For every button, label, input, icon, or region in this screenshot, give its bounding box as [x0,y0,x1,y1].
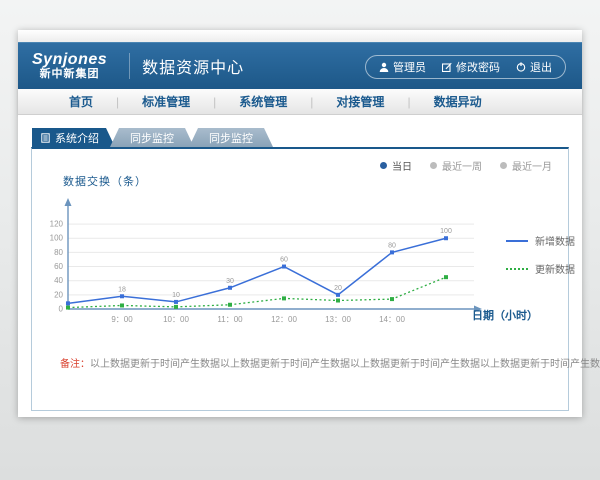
radio-dot-icon [430,162,437,169]
legend-item-new-data: 新增数据 [506,233,575,248]
document-icon [41,133,50,143]
footnote: 备注：以上数据更新于时间产生数据以上数据更新于时间产生数据以上数据更新于时间产生… [60,355,600,370]
legend-label: 新增数据 [535,233,575,248]
nav-item-system-mgmt[interactable]: 系统管理 [216,93,310,110]
dotted-line-icon [506,268,528,270]
svg-text:10：00: 10：00 [163,315,189,324]
tab-sync-monitor-2[interactable]: 同步监控 [189,128,273,147]
window-top-strip [18,30,582,42]
logout-label: 退出 [530,59,552,75]
user-label: 管理员 [393,59,426,75]
svg-text:20: 20 [54,290,63,299]
legend-label: 更新数据 [535,261,575,276]
svg-text:11：00: 11：00 [217,315,243,324]
tab-bar: 系统介绍 同步监控 同步监控 [32,128,569,147]
edit-icon [442,62,452,72]
svg-text:100: 100 [440,228,452,235]
svg-text:20: 20 [334,285,342,292]
power-icon [516,62,526,72]
chart-panel: 当日 最近一周 最近一月 数据交换（条） 0 20 40 60 80 100 120 9：00… [31,147,569,411]
svg-text:60: 60 [280,257,288,264]
svg-text:40: 40 [54,276,63,285]
tab-sync-monitor-1[interactable]: 同步监控 [110,128,194,147]
solid-line-icon [506,240,528,242]
tab-label: 同步监控 [130,130,174,146]
footnote-text: 以上数据更新于时间产生数据以上数据更新于时间产生数据以上数据更新于时间产生数据以… [90,359,600,370]
user-controls: 管理员 修改密码 退出 [365,55,566,79]
time-range-filter: 当日 最近一周 最近一月 [380,158,552,173]
logout-button[interactable]: 退出 [516,59,552,75]
header-divider [129,53,130,79]
svg-text:9：00: 9：00 [111,315,133,324]
svg-text:10: 10 [172,292,180,299]
x-axis-title: 日期（小时） [472,307,538,323]
nav-item-standard-mgmt[interactable]: 标准管理 [119,93,213,110]
radio-dot-icon [380,162,387,169]
app-title: 数据资源中心 [142,54,244,78]
svg-text:120: 120 [50,220,64,229]
tab-label: 同步监控 [209,130,253,146]
line-chart: 0 20 40 60 80 100 120 9：00 10：00 11：00 12：00 13：00 1… [42,191,494,341]
app-window: Synjones 新中新集团 数据资源中心 管理员 修改密码 [18,30,582,417]
logo-subtitle: 新中新集团 [32,69,107,81]
radio-label: 最近一月 [512,158,552,173]
svg-text:30: 30 [226,278,234,285]
radio-dot-icon [500,162,507,169]
svg-text:18: 18 [118,286,126,293]
radio-label: 当日 [392,158,412,173]
user-menu[interactable]: 管理员 [379,59,426,75]
tab-system-intro[interactable]: 系统介绍 [32,128,115,147]
nav-item-home[interactable]: 首页 [46,93,116,110]
svg-text:12：00: 12：00 [271,315,297,324]
user-icon [379,62,389,72]
radio-label: 最近一周 [442,158,482,173]
svg-text:60: 60 [54,262,63,271]
change-password-label: 修改密码 [456,59,500,75]
footnote-prefix: 备注： [60,359,90,370]
nav-item-interface-mgmt[interactable]: 对接管理 [313,93,407,110]
series-legend: 新增数据 更新数据 [506,233,575,289]
content-area: 系统介绍 同步监控 同步监控 当日 最近一周 [18,115,582,417]
y-axis-title: 数据交换（条） [63,173,147,189]
legend-item-updated-data: 更新数据 [506,261,575,276]
radio-last-month[interactable]: 最近一月 [500,158,552,173]
svg-text:14：00: 14：00 [379,315,405,324]
logo-name: Synjones [32,52,107,69]
svg-text:80: 80 [54,248,63,257]
radio-today[interactable]: 当日 [380,158,412,173]
nav-item-data-change[interactable]: 数据异动 [411,93,505,110]
app-header: Synjones 新中新集团 数据资源中心 管理员 修改密码 [18,42,582,89]
change-password-button[interactable]: 修改密码 [442,59,500,75]
radio-last-week[interactable]: 最近一周 [430,158,482,173]
svg-text:13：00: 13：00 [325,315,351,324]
svg-text:100: 100 [50,234,64,243]
main-nav: 首页 | 标准管理 | 系统管理 | 对接管理 | 数据异动 [18,89,582,115]
svg-text:0: 0 [59,305,64,314]
svg-text:80: 80 [388,242,396,249]
tab-label: 系统介绍 [55,130,99,146]
company-logo: Synjones 新中新集团 [32,52,107,80]
